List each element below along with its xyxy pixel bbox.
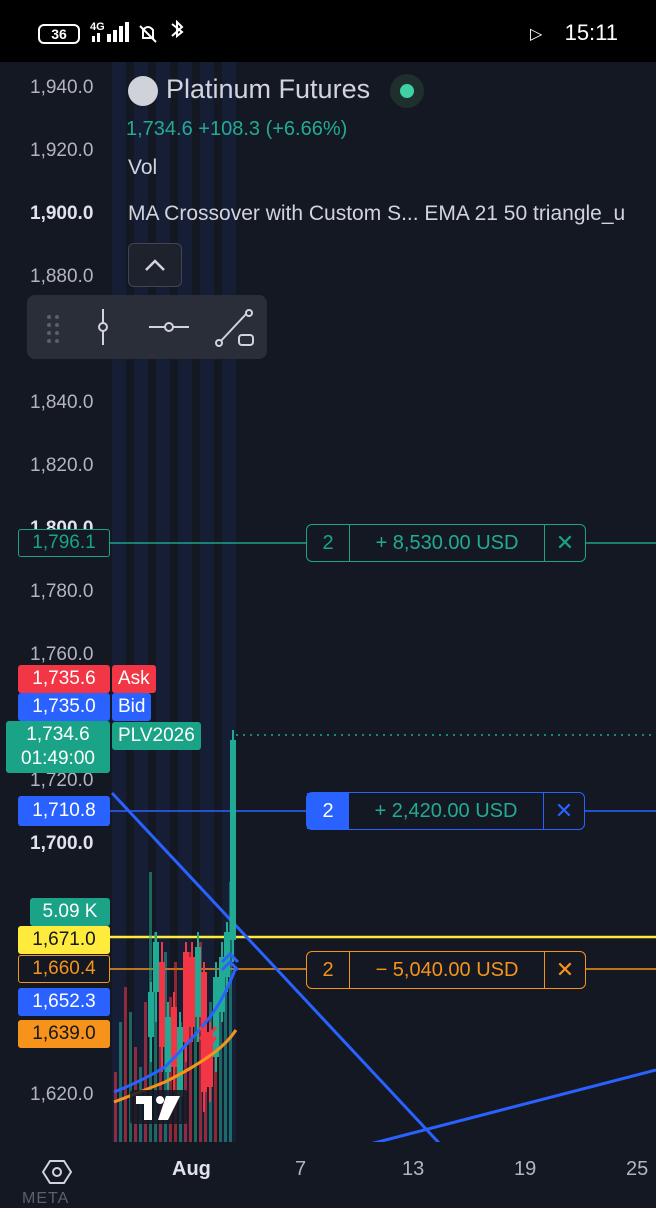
horizontal-line-tool-icon[interactable] [147, 305, 191, 349]
play-icon: ▷ [530, 26, 543, 43]
ema50-price-label: 1,639.0 [18, 1020, 110, 1048]
y-tick: 1,620.0 [30, 1084, 94, 1105]
y-tick: 1,920.0 [30, 140, 94, 161]
market-status-icon[interactable] [390, 74, 424, 108]
order-pnl: − 5,040.00 USD [375, 958, 519, 981]
x-tick: 19 [514, 1158, 537, 1180]
order-quantity: 2 [307, 952, 350, 988]
y-tick: 1,820.0 [30, 455, 94, 476]
close-icon[interactable]: ✕ [544, 952, 585, 988]
order-pnl: + 8,530.00 USD [375, 531, 519, 554]
contract-tag: PLV2026 [112, 722, 201, 750]
legend-indicator[interactable]: MA Crossover with Custom S... EMA 21 50 … [128, 202, 656, 226]
x-tick: 25 [626, 1158, 649, 1180]
tradingview-logo-icon [130, 1090, 188, 1124]
entry-price-label[interactable]: 1,660.4 [18, 955, 110, 983]
bottom-peek-text: META [22, 1190, 70, 1207]
y-tick: 1,700.0 [30, 833, 94, 854]
limit-order[interactable]: 2 + 2,420.00 USD ✕ [306, 792, 585, 830]
yellow-line-price-label[interactable]: 1,671.0 [18, 926, 110, 954]
drag-handle-icon[interactable] [33, 305, 77, 349]
y-tick: 1,880.0 [30, 266, 94, 287]
close-icon[interactable]: ✕ [543, 793, 584, 829]
chevron-up-icon [145, 259, 165, 271]
trendline-up [369, 1068, 656, 1144]
y-tick: 1,720.0 [30, 770, 94, 791]
bar-countdown: 01:49:00 [21, 748, 95, 769]
symbol-logo-icon [128, 76, 158, 106]
network-type-label: 4G [90, 21, 105, 33]
vertical-line-tool-icon[interactable] [81, 305, 125, 349]
ema21-price-label: 1,652.3 [18, 988, 110, 1016]
collapse-legend-button[interactable] [128, 243, 182, 287]
signal-icons: 4G [90, 20, 184, 43]
y-tick: 1,900.0 [30, 203, 94, 224]
legend-price: 1,734.6 +108.3 (+6.66%) [126, 118, 348, 140]
time-axis[interactable]: Aug 7 13 19 25 [0, 1142, 656, 1198]
x-tick: 13 [402, 1158, 425, 1180]
blue-line-price-label[interactable]: 1,710.8 [18, 796, 110, 826]
position-widget[interactable]: 2 − 5,040.00 USD ✕ [306, 951, 586, 989]
battery-icon: 36 [38, 24, 80, 44]
order-quantity: 2 [307, 793, 349, 829]
clock: 15:11 [564, 20, 618, 45]
battery-level: 36 [51, 26, 67, 42]
order-pnl: + 2,420.00 USD [374, 799, 518, 822]
settings-hexagon-icon[interactable] [42, 1157, 72, 1187]
chart-area[interactable]: 1,940.0 1,920.0 1,900.0 1,880.0 1,840.0 … [0, 62, 656, 1152]
symbol-title[interactable]: Platinum Futures [166, 74, 370, 105]
ask-price-label: 1,735.6 [18, 665, 110, 693]
last-price-value: 1,734.6 [26, 724, 90, 745]
order-quantity: 2 [307, 525, 350, 561]
last-price-label: 1,734.6 01:49:00 [6, 721, 110, 773]
bid-price-label: 1,735.0 [18, 693, 110, 721]
volume-label: 5.09 K [30, 898, 110, 926]
y-tick: 1,840.0 [30, 392, 94, 413]
take-profit-order[interactable]: 2 + 8,530.00 USD ✕ [306, 524, 586, 562]
legend-volume[interactable]: Vol [128, 156, 157, 180]
x-tick: Aug [172, 1158, 211, 1180]
status-bar: 36 4G ▷ 15:11 [0, 0, 656, 62]
y-tick: 1,780.0 [30, 581, 94, 602]
bid-tag: Bid [112, 693, 152, 721]
drawing-toolbar[interactable] [27, 295, 267, 359]
y-tick: 1,760.0 [30, 644, 94, 665]
y-tick: 1,940.0 [30, 77, 94, 98]
target-price-label[interactable]: 1,796.1 [18, 529, 110, 557]
close-icon[interactable]: ✕ [544, 525, 585, 561]
trend-line-tool-icon[interactable] [213, 305, 257, 349]
x-tick: 7 [295, 1158, 307, 1180]
ask-tag: Ask [112, 665, 156, 693]
